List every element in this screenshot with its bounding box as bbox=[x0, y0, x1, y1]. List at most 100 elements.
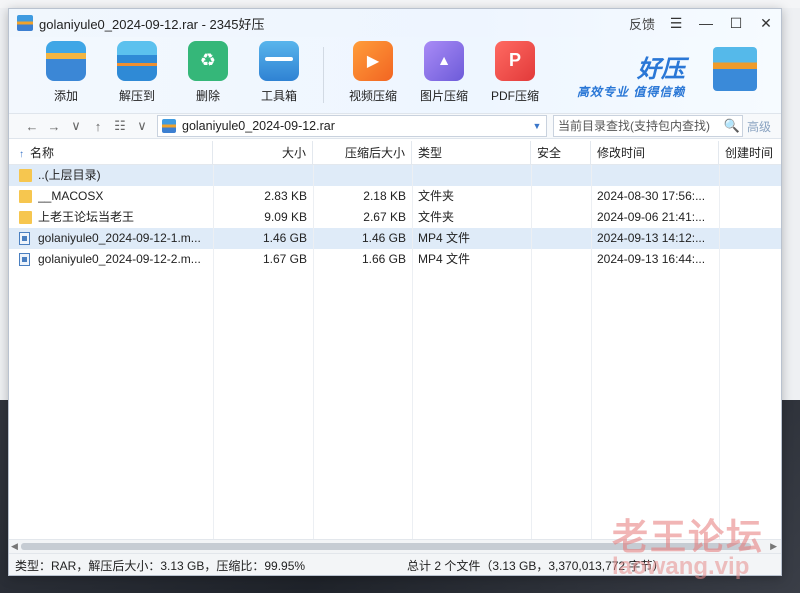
close-icon[interactable]: ✕ bbox=[751, 9, 781, 37]
minimize-icon[interactable]: — bbox=[691, 9, 721, 37]
image-compress-label: 图片压缩 bbox=[419, 89, 468, 103]
row-packed-size: 2.18 KB bbox=[363, 189, 406, 203]
toolbox-button[interactable]: 工具箱 bbox=[244, 41, 314, 104]
delete-button[interactable]: 删除 bbox=[173, 41, 243, 104]
toolbox-label: 工具箱 bbox=[260, 89, 297, 103]
row-modified: 2024-09-13 14:12:... bbox=[597, 231, 706, 245]
extract-icon bbox=[117, 41, 157, 81]
folder-icon bbox=[19, 190, 32, 203]
video-file-icon bbox=[19, 232, 30, 245]
watermark-url: laowang.vip bbox=[612, 553, 750, 580]
column-packed-size[interactable]: 压缩后大小 bbox=[313, 141, 412, 165]
brand-archive-icon bbox=[713, 47, 757, 91]
view-mode-icon[interactable]: ☷ bbox=[109, 118, 131, 134]
row-name: 上老王论坛当老王 bbox=[38, 210, 135, 224]
history-dropdown-icon[interactable]: ∨ bbox=[65, 118, 87, 134]
path-dropdown-icon[interactable]: ▼ bbox=[528, 121, 546, 131]
pdf-compress-button[interactable]: PDF压缩 bbox=[480, 41, 550, 104]
row-name-cell: golaniyule0_2024-09-12-1.m... bbox=[9, 228, 213, 249]
add-label: 添加 bbox=[53, 89, 78, 103]
up-folder-icon[interactable]: ↑ bbox=[87, 119, 109, 134]
row-name-cell: 上老王论坛当老王 bbox=[9, 207, 213, 228]
main-toolbar: 添加 解压到 删除 工具箱 视频压缩 图片压缩 PDF压缩 好压 高效 bbox=[9, 37, 781, 113]
video-compress-label: 视频压缩 bbox=[348, 89, 397, 103]
row-size: 2.83 KB bbox=[264, 189, 307, 203]
brand-logo: 好压 高效专业 值得信赖 bbox=[577, 45, 757, 105]
list-row[interactable]: __MACOSX 2.83 KB 2.18 KB 文件夹 2024-08-30 … bbox=[9, 186, 781, 207]
row-name-cell: __MACOSX bbox=[9, 186, 213, 207]
back-icon[interactable]: ← bbox=[21, 119, 43, 134]
row-packed-size: 2.67 KB bbox=[363, 210, 406, 224]
row-modified: 2024-09-13 16:44:... bbox=[597, 252, 706, 266]
video-compress-button[interactable]: 视频压缩 bbox=[338, 41, 408, 104]
feedback-link[interactable]: 反馈 bbox=[629, 14, 655, 33]
archive-icon bbox=[162, 119, 176, 133]
toolbox-icon bbox=[259, 41, 299, 81]
row-type: 文件夹 bbox=[418, 189, 455, 203]
row-name: golaniyule0_2024-09-12-2.m... bbox=[38, 252, 201, 266]
desktop-strip bbox=[0, 0, 800, 8]
row-modified: 2024-09-06 21:41:... bbox=[597, 210, 706, 224]
brand-slogan: 高效专业 值得信赖 bbox=[577, 85, 686, 99]
archive-window: golaniyule0_2024-09-12.rar - 2345好压 反馈 ☰… bbox=[8, 8, 782, 576]
file-list: ↑ 名称 大小 压缩后大小 类型 安全 修改时间 创建时间 ..(上层目录) __… bbox=[9, 141, 781, 541]
list-row[interactable]: golaniyule0_2024-09-12-1.m... 1.46 GB 1.… bbox=[9, 228, 781, 249]
search-box: 🔍 bbox=[553, 115, 743, 137]
view-dropdown-icon[interactable]: ∨ bbox=[131, 118, 153, 134]
list-row[interactable]: golaniyule0_2024-09-12-2.m... 1.67 GB 1.… bbox=[9, 249, 781, 270]
scroll-left-icon[interactable]: ◀ bbox=[11, 541, 18, 552]
image-compress-icon bbox=[424, 41, 464, 81]
row-size: 9.09 KB bbox=[264, 210, 307, 224]
path-field[interactable]: golaniyule0_2024-09-12.rar ▼ bbox=[157, 115, 547, 137]
pdf-compress-label: PDF压缩 bbox=[490, 89, 539, 103]
row-name: ..(上层目录) bbox=[38, 168, 101, 182]
search-input[interactable] bbox=[554, 119, 722, 133]
row-name: golaniyule0_2024-09-12-1.m... bbox=[38, 231, 201, 245]
list-header: ↑ 名称 大小 压缩后大小 类型 安全 修改时间 创建时间 bbox=[9, 141, 781, 165]
archive-info: 类型：RAR，解压后大小：3.13 GB，压缩比：99.95% bbox=[15, 559, 306, 573]
column-type[interactable]: 类型 bbox=[412, 141, 531, 165]
row-packed-size: 1.46 GB bbox=[361, 231, 406, 245]
toolbar-divider bbox=[323, 47, 324, 103]
sort-ascending-icon: ↑ bbox=[19, 149, 24, 160]
folder-icon bbox=[19, 169, 32, 182]
column-size[interactable]: 大小 bbox=[213, 141, 313, 165]
row-type: MP4 文件 bbox=[418, 252, 471, 266]
row-modified bbox=[591, 165, 719, 186]
extract-button[interactable]: 解压到 bbox=[102, 41, 172, 104]
pdf-compress-icon bbox=[495, 41, 535, 81]
list-row[interactable]: 上老王论坛当老王 9.09 KB 2.67 KB 文件夹 2024-09-06 … bbox=[9, 207, 781, 228]
app-icon bbox=[17, 15, 33, 31]
forward-icon[interactable]: → bbox=[43, 119, 65, 134]
row-security bbox=[531, 228, 591, 249]
row-type: 文件夹 bbox=[418, 210, 455, 224]
recycle-icon bbox=[188, 41, 228, 81]
column-modified[interactable]: 修改时间 bbox=[591, 141, 719, 165]
row-name: __MACOSX bbox=[38, 189, 104, 203]
title-bar[interactable]: golaniyule0_2024-09-12.rar - 2345好压 反馈 ☰… bbox=[9, 9, 781, 37]
hamburger-icon[interactable]: ☰ bbox=[661, 9, 691, 37]
row-packed-size: 1.66 GB bbox=[361, 252, 406, 266]
delete-label: 删除 bbox=[195, 89, 220, 103]
column-name-label: 名称 bbox=[30, 146, 55, 160]
maximize-icon[interactable]: ☐ bbox=[721, 9, 751, 37]
row-size: 1.67 GB bbox=[262, 252, 307, 266]
image-compress-button[interactable]: 图片压缩 bbox=[409, 41, 479, 104]
advanced-search-link[interactable]: 高级 bbox=[747, 118, 771, 135]
row-packed-size bbox=[313, 165, 412, 186]
add-button[interactable]: 添加 bbox=[31, 41, 101, 104]
column-created[interactable]: 创建时间 bbox=[719, 141, 781, 165]
column-name[interactable]: ↑ 名称 bbox=[9, 141, 213, 165]
column-security[interactable]: 安全 bbox=[531, 141, 591, 165]
scroll-right-icon[interactable]: ▶ bbox=[770, 541, 777, 552]
list-row-parent[interactable]: ..(上层目录) bbox=[9, 165, 781, 186]
row-security bbox=[531, 186, 591, 207]
row-name-cell: ..(上层目录) bbox=[9, 165, 213, 186]
add-archive-icon bbox=[46, 41, 86, 81]
search-icon[interactable]: 🔍 bbox=[722, 118, 742, 134]
row-security bbox=[531, 249, 591, 270]
folder-icon bbox=[19, 211, 32, 224]
row-name-cell: golaniyule0_2024-09-12-2.m... bbox=[9, 249, 213, 270]
path-text: golaniyule0_2024-09-12.rar bbox=[182, 119, 335, 133]
row-security bbox=[531, 207, 591, 228]
